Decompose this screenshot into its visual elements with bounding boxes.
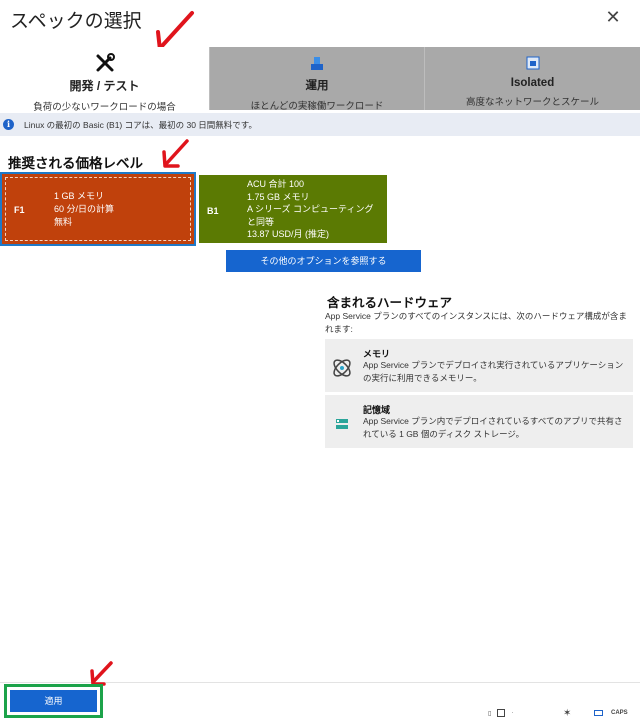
tray-dot-icon: ·: [511, 710, 514, 716]
tab-production-desc: ほとんどの実稼働ワークロード: [250, 101, 384, 112]
storage-icon: [331, 413, 353, 435]
memory-icon: [331, 357, 353, 379]
hardware-description: App Service プランのすべてのインスタンスには、次のハードウェア構成が…: [325, 311, 627, 334]
tier-card-f1[interactable]: F1 1 GB メモリ 60 分/日の計算 無料: [2, 174, 194, 244]
isolated-icon: [425, 52, 640, 74]
tools-icon: [0, 52, 209, 74]
hardware-item-desc: App Service プランでデプロイされ実行されているアプリケーションの実行…: [363, 360, 624, 383]
tab-dev-test-name: 開発 / テスト: [69, 79, 140, 93]
tier-feature: 60 分/日の計算: [54, 204, 115, 214]
tab-isolated-name: Isolated: [510, 77, 555, 89]
hardware-item-storage: 記憶域 App Service プラン内でデプロイされているすべてのアプリで共有…: [325, 395, 633, 448]
tier-feature: A シリーズ コンピューティング: [247, 204, 374, 214]
tab-production-name: 運用: [305, 80, 329, 92]
tier-feature: 1 GB メモリ: [54, 191, 105, 201]
tab-isolated[interactable]: Isolated 高度なネットワークとスケール: [425, 47, 640, 110]
tier-tabs: 開発 / テスト 負荷の少ないワークロードの場合 運用 ほとんどの実稼働ワークロ…: [0, 47, 640, 113]
tier-code: F1: [14, 205, 25, 215]
production-icon: [210, 52, 424, 74]
taskbar-tray: ▯ ·: [488, 707, 513, 719]
tab-production[interactable]: 運用 ほとんどの実稼働ワークロード: [210, 47, 425, 112]
tier-feature: 無料: [54, 217, 73, 227]
tier-feature: と同等: [247, 216, 275, 227]
tier-feature: ACU 合計 100: [247, 179, 305, 189]
tier-feature: 1.75 GB メモリ: [247, 191, 310, 202]
hardware-item-memory: メモリ App Service プランでデプロイされ実行されているアプリケーショ…: [325, 339, 633, 392]
hardware-title: 含まれるハードウェア: [327, 296, 453, 310]
tab-isolated-desc: 高度なネットワークとスケール: [465, 97, 599, 108]
tier-card-b1[interactable]: B1 ACU 合計 100 1.75 GB メモリ A シリーズ コンピューティ…: [199, 175, 387, 243]
annotation-arrow-icon: [162, 139, 189, 168]
tier-feature: 13.87 USD/月 (推定): [247, 229, 330, 239]
tray-glyph-icon: ▯: [488, 710, 492, 717]
tray-screen-icon: [594, 707, 603, 719]
tray-sparkle-icon: ✶: [563, 707, 572, 719]
close-icon[interactable]: ✕: [604, 8, 622, 26]
tray-box-icon: [497, 709, 506, 717]
apply-button[interactable]: 適用: [10, 690, 97, 712]
tab-dev-test[interactable]: 開発 / テスト 負荷の少ないワークロードの場合: [0, 47, 210, 113]
info-text: Linux の最初の Basic (B1) コアは、最初の 30 日間無料です。: [24, 119, 257, 130]
tab-dev-test-desc: 負荷の少ないワークロードの場合: [33, 102, 176, 113]
caps-indicator: CAPS: [611, 710, 628, 716]
pricing-section-title: 推奨される価格レベル: [8, 156, 143, 171]
hardware-item-desc: App Service プラン内でデプロイされているすべてのアプリで共有されてい…: [363, 416, 623, 439]
more-options-button[interactable]: その他のオプションを参照する: [226, 250, 421, 272]
info-banner: i Linux の最初の Basic (B1) コアは、最初の 30 日間無料で…: [0, 113, 640, 136]
dialog-title: スペックの選択: [10, 11, 142, 32]
info-icon: i: [3, 119, 14, 130]
tier-code: B1: [207, 206, 219, 216]
